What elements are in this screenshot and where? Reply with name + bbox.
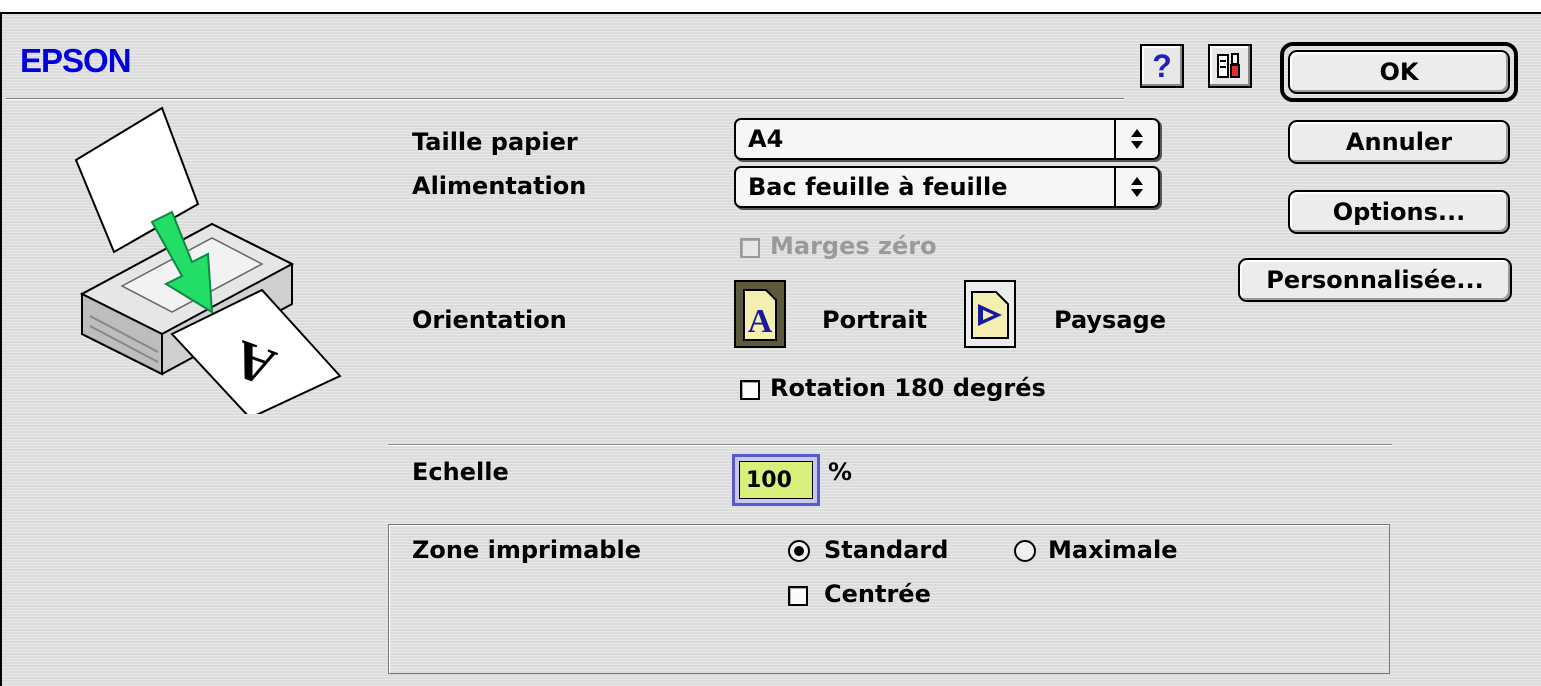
- maximal-label: Maximale: [1048, 536, 1178, 564]
- updown-arrows-icon: [1124, 120, 1150, 158]
- help-button[interactable]: ?: [1140, 44, 1184, 88]
- paper-size-value: A4: [748, 125, 784, 153]
- landscape-icon: [971, 291, 1009, 339]
- svg-text:A: A: [748, 303, 773, 340]
- paper-source-select[interactable]: Bac feuille à feuille: [734, 166, 1160, 208]
- scale-value: 100: [739, 461, 813, 499]
- printer-tools-icon: [1217, 53, 1240, 78]
- updown-arrows-icon: [1124, 168, 1150, 206]
- centered-checkbox[interactable]: [788, 586, 808, 606]
- portrait-button[interactable]: A: [734, 280, 786, 348]
- svg-text:?: ?: [1152, 49, 1172, 83]
- options-button[interactable]: Options...: [1288, 190, 1510, 234]
- section-divider: [388, 444, 1392, 446]
- standard-radio[interactable]: [788, 540, 810, 562]
- ok-button[interactable]: OK: [1288, 50, 1510, 94]
- rotate-180-checkbox[interactable]: [740, 380, 760, 400]
- question-mark-icon: ?: [1152, 49, 1172, 83]
- page-setup-dialog: EPSON ? OK Annuler Options... Personnali…: [0, 12, 1541, 686]
- orientation-label: Orientation: [412, 306, 567, 334]
- scale-input[interactable]: 100: [732, 454, 820, 506]
- paper-source-value: Bac feuille à feuille: [748, 173, 1008, 201]
- maximal-radio[interactable]: [1014, 540, 1036, 562]
- landscape-label: Paysage: [1054, 306, 1166, 334]
- landscape-button[interactable]: [964, 280, 1016, 348]
- zero-margins-label: Marges zéro: [770, 232, 937, 260]
- centered-label: Centrée: [824, 580, 931, 608]
- portrait-label: Portrait: [822, 306, 928, 334]
- rotate-180-label: Rotation 180 degrés: [770, 374, 1046, 402]
- printer-illustration: A: [74, 106, 342, 414]
- portrait-icon: A: [743, 289, 777, 341]
- custom-button[interactable]: Personnalisée...: [1238, 258, 1512, 302]
- printer-utility-button[interactable]: [1208, 44, 1252, 88]
- epson-logo: EPSON: [20, 42, 132, 79]
- printable-area-label: Zone imprimable: [412, 536, 641, 564]
- standard-label: Standard: [824, 536, 949, 564]
- cancel-button[interactable]: Annuler: [1288, 120, 1510, 164]
- paper-size-label: Taille papier: [412, 128, 578, 156]
- zero-margins-checkbox[interactable]: [740, 238, 760, 258]
- paper-size-select[interactable]: A4: [734, 118, 1160, 160]
- scale-label: Echelle: [412, 458, 509, 486]
- paper-source-label: Alimentation: [412, 172, 587, 200]
- scale-unit: %: [828, 458, 853, 486]
